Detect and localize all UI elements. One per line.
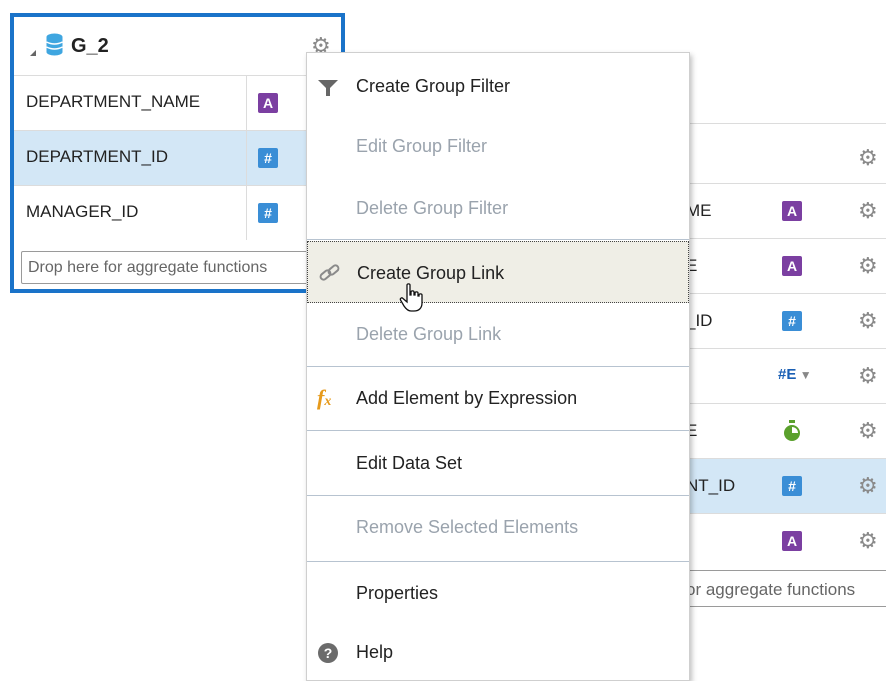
link-icon — [319, 264, 340, 281]
fx-icon: fx — [317, 385, 332, 410]
svg-text:?: ? — [324, 645, 333, 661]
number-type-icon: # — [258, 148, 278, 168]
menu-item-label: Properties — [356, 583, 439, 603]
aggregate-drop-zone[interactable]: Drop here for aggregate functions — [21, 251, 351, 284]
timer-icon — [784, 420, 800, 441]
menu-item-label: Delete Group Filter — [356, 198, 509, 218]
gear-icon[interactable]: ⚙ — [858, 255, 878, 277]
gear-icon[interactable]: ⚙ — [858, 530, 878, 552]
menu-item-label: Help — [356, 642, 394, 662]
group-header[interactable]: G_2 ⚙ — [14, 17, 341, 75]
element-name: DEPARTMENT_NAME — [26, 92, 201, 111]
group-title: G_2 — [71, 35, 109, 57]
table-row[interactable]: _ID # ⚙ — [660, 293, 886, 348]
menu-item-label: Edit Data Set — [356, 453, 463, 473]
gear-icon[interactable]: ⚙ — [858, 200, 878, 222]
divider — [246, 76, 247, 130]
table-row[interactable]: NT_ID # ⚙ — [660, 458, 886, 513]
aggregate-drop-zone[interactable]: or aggregate functions — [660, 570, 886, 607]
text-type-icon: A — [782, 256, 802, 276]
menu-item-create-group-link[interactable]: Create Group Link — [307, 241, 689, 312]
background-group-panel: ⚙ ME A ⚙ E A ⚙ _ID # ⚙ #E ▼ ⚙ E ⚙ NT_ID … — [660, 123, 886, 623]
table-row[interactable]: A ⚙ — [660, 513, 886, 568]
element-name: MANAGER_ID — [26, 202, 139, 221]
text-type-icon: A — [782, 531, 802, 551]
menu-item-help[interactable]: ? Help — [307, 621, 689, 681]
text-type-icon: A — [782, 201, 802, 221]
gear-icon[interactable]: ⚙ — [858, 147, 878, 169]
menu-separator — [307, 239, 689, 240]
menu-item-add-element-by-expression[interactable]: fx Add Element by Expression — [307, 367, 689, 427]
context-menu: Create Group Filter Edit Group Filter De… — [306, 52, 690, 681]
drop-placeholder: or aggregate functions — [686, 580, 856, 599]
table-row[interactable]: MANAGER_ID # — [14, 185, 341, 240]
gear-icon[interactable]: ⚙ — [858, 475, 878, 497]
text-type-icon: A — [258, 93, 278, 113]
menu-item-delete-group-link[interactable]: Delete Group Link — [307, 303, 689, 363]
database-icon — [46, 33, 63, 56]
drop-placeholder: Drop here for aggregate functions — [28, 259, 268, 276]
number-type-icon: # — [782, 476, 802, 496]
menu-item-remove-selected-elements[interactable]: Remove Selected Elements — [307, 496, 689, 556]
menu-item-edit-group-filter[interactable]: Edit Group Filter — [307, 115, 689, 175]
menu-item-edit-data-set[interactable]: Edit Data Set — [307, 432, 689, 492]
number-type-icon: # — [782, 311, 802, 331]
menu-item-label: Create Group Link — [357, 263, 505, 283]
gear-icon[interactable]: ⚙ — [858, 420, 878, 442]
gear-icon[interactable]: ⚙ — [858, 310, 878, 332]
divider — [246, 186, 247, 240]
gear-icon[interactable]: ⚙ — [858, 365, 878, 387]
menu-item-delete-group-filter[interactable]: Delete Group Filter — [307, 177, 689, 237]
table-row[interactable]: DEPARTMENT_ID # — [14, 130, 341, 185]
table-row[interactable]: ME A ⚙ — [660, 183, 886, 238]
table-row[interactable]: DEPARTMENT_NAME A — [14, 75, 341, 130]
menu-item-label: Create Group Filter — [356, 76, 511, 96]
help-icon: ? — [318, 643, 338, 663]
element-name: NT_ID — [686, 476, 736, 495]
table-row[interactable]: E A ⚙ — [660, 238, 886, 293]
collapse-triangle-icon[interactable] — [30, 50, 36, 56]
element-name: DEPARTMENT_ID — [26, 147, 169, 166]
menu-item-properties[interactable]: Properties — [307, 562, 689, 622]
filter-icon — [318, 80, 338, 96]
divider — [246, 131, 247, 185]
menu-item-label: Remove Selected Elements — [356, 517, 579, 537]
menu-item-create-group-filter[interactable]: Create Group Filter — [307, 55, 689, 115]
group-g2-panel[interactable]: G_2 ⚙ DEPARTMENT_NAME A DEPARTMENT_ID # … — [10, 13, 351, 293]
menu-item-label: Add Element by Expression — [356, 388, 578, 408]
number-type-icon: # — [258, 203, 278, 223]
table-row[interactable]: #E ▼ ⚙ — [660, 348, 886, 403]
menu-separator — [307, 430, 689, 431]
menu-item-label: Delete Group Link — [356, 324, 502, 344]
table-row[interactable]: E ⚙ — [660, 403, 886, 458]
expression-type-icon[interactable]: #E ▼ — [778, 366, 812, 383]
divider — [660, 123, 886, 124]
menu-item-label: Edit Group Filter — [356, 136, 488, 156]
